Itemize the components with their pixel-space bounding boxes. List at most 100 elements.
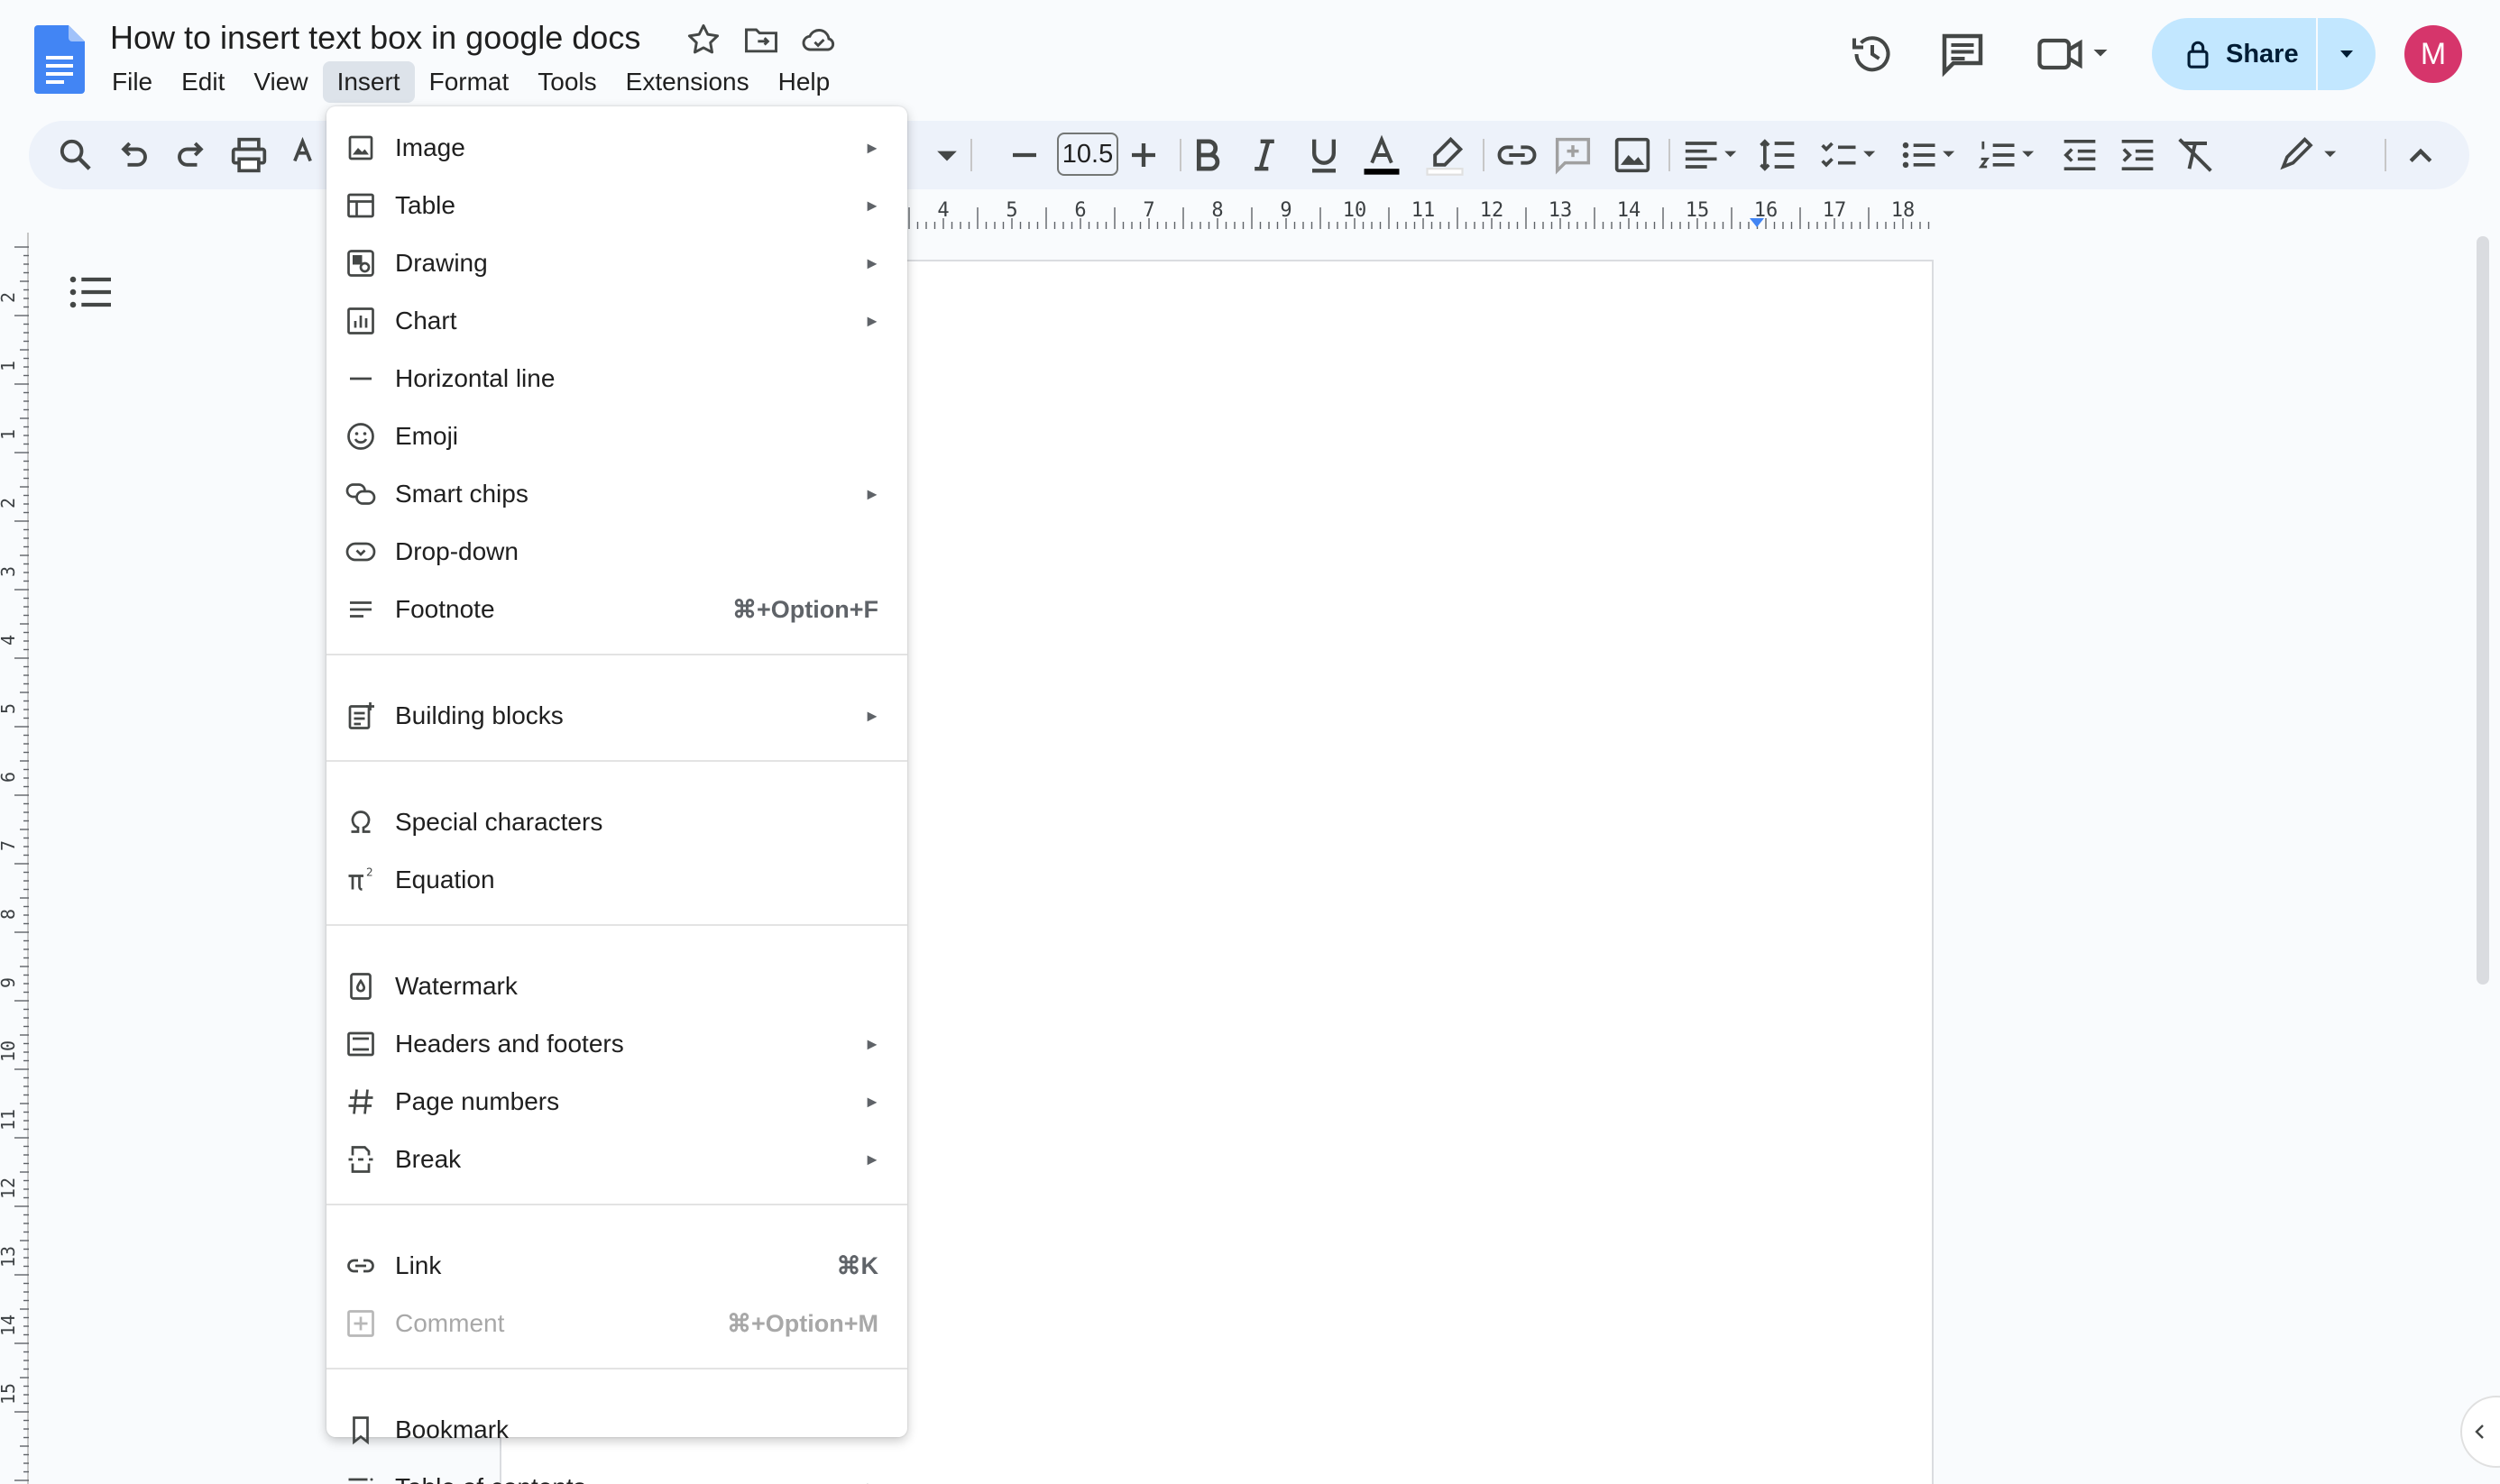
- menu-item-chart[interactable]: Chart ►: [326, 292, 907, 350]
- menu-help[interactable]: Help: [764, 61, 845, 103]
- vertical-scrollbar[interactable]: [2477, 236, 2489, 985]
- ruler-number: 2: [0, 498, 19, 508]
- side-panel-toggle[interactable]: [2460, 1396, 2500, 1468]
- add-comment-icon[interactable]: [1549, 132, 1596, 179]
- menu-item-comment: Comment ⌘+Option+M: [326, 1295, 907, 1352]
- horizontal-ruler[interactable]: 4 5 6 7 8 9 10 11 12 13 14 15 16 17 18: [902, 193, 1930, 229]
- equation-icon: 2: [345, 864, 377, 896]
- checklist-icon[interactable]: [1818, 132, 1881, 179]
- ruler-number: 2: [0, 292, 19, 303]
- shortcut-hint: ⌘+Option+F: [732, 595, 878, 623]
- decrease-font-size-icon[interactable]: [1001, 132, 1048, 179]
- menu-item-emoji[interactable]: Emoji: [326, 408, 907, 465]
- share-button[interactable]: Share: [2152, 18, 2376, 90]
- redo-icon[interactable]: [168, 132, 215, 179]
- line-spacing-icon[interactable]: [1755, 132, 1802, 179]
- italic-icon[interactable]: [1241, 132, 1288, 179]
- share-dropdown-icon[interactable]: [2318, 18, 2376, 90]
- star-icon[interactable]: [684, 20, 723, 60]
- numbered-list-icon[interactable]: [1977, 132, 2040, 179]
- menu-item-label: Horizontal line: [395, 364, 556, 392]
- submenu-arrow-icon: ►: [864, 706, 880, 725]
- increase-font-size-icon[interactable]: [1120, 132, 1167, 179]
- menu-insert[interactable]: Insert: [322, 61, 415, 103]
- menu-item-label: Drop-down: [395, 537, 519, 565]
- document-title[interactable]: How to insert text box in google docs: [110, 16, 640, 60]
- highlight-color-icon[interactable]: [1421, 132, 1468, 179]
- version-history-icon[interactable]: [1845, 27, 1899, 81]
- search-menus-icon[interactable]: [52, 132, 99, 179]
- menu-extensions[interactable]: Extensions: [611, 61, 764, 103]
- ruler-number: 18: [1891, 199, 1916, 222]
- menu-edit[interactable]: Edit: [167, 61, 239, 103]
- submenu-arrow-icon: ►: [864, 138, 880, 157]
- menu-item-page-numbers[interactable]: Page numbers ►: [326, 1073, 907, 1131]
- menu-tools[interactable]: Tools: [523, 61, 611, 103]
- insert-image-icon[interactable]: [1609, 132, 1656, 179]
- move-folder-icon[interactable]: [741, 20, 781, 60]
- menu-item-building-blocks[interactable]: Building blocks ►: [326, 687, 907, 745]
- document-outline-icon[interactable]: [67, 269, 117, 316]
- right-indent-marker[interactable]: [1750, 218, 1764, 227]
- horizontal-line-icon: [345, 362, 377, 395]
- hide-menus-chevron-up-icon[interactable]: [2397, 132, 2444, 179]
- chevron-left-icon: [2462, 1397, 2498, 1466]
- spellcheck-icon[interactable]: [285, 132, 332, 179]
- submenu-arrow-icon: ►: [864, 484, 880, 503]
- share-main-button[interactable]: Share: [2152, 18, 2318, 90]
- menu-item-table[interactable]: Table ►: [326, 177, 907, 234]
- bold-icon[interactable]: [1183, 132, 1230, 179]
- cloud-saved-icon[interactable]: [799, 20, 839, 60]
- ruler-number: 8: [0, 909, 19, 920]
- menu-item-footnote[interactable]: Footnote ⌘+Option+F: [326, 581, 907, 638]
- align-icon[interactable]: [1679, 132, 1742, 179]
- vertical-ruler[interactable]: 21123456789101112131415: [0, 233, 29, 1484]
- print-icon[interactable]: [225, 132, 272, 179]
- menu-item-drop-down[interactable]: Drop-down: [326, 523, 907, 581]
- menu-view[interactable]: View: [239, 61, 322, 103]
- font-size-input[interactable]: 10.5: [1057, 133, 1118, 176]
- headers-footers-icon: [345, 1028, 377, 1060]
- font-dropdown-arrow-icon[interactable]: [927, 132, 967, 179]
- ruler-number: 13: [1549, 199, 1573, 222]
- clear-formatting-icon[interactable]: [2172, 132, 2219, 179]
- menu-item-bookmark[interactable]: Bookmark: [326, 1401, 907, 1459]
- menu-item-link[interactable]: Link ⌘K: [326, 1237, 907, 1295]
- menu-item-label: Special characters: [395, 808, 603, 836]
- meet-call-icon[interactable]: [2033, 27, 2114, 81]
- menu-item-equation[interactable]: 2 Equation: [326, 851, 907, 909]
- comments-icon[interactable]: [1935, 27, 1990, 81]
- menu-item-horizontal-line[interactable]: Horizontal line: [326, 350, 907, 408]
- menu-item-watermark[interactable]: Watermark: [326, 957, 907, 1015]
- docs-logo-icon[interactable]: [34, 25, 85, 94]
- underline-icon[interactable]: [1301, 132, 1347, 179]
- menu-item-smart-chips[interactable]: Smart chips ►: [326, 465, 907, 523]
- comment-icon: [345, 1307, 377, 1340]
- bulleted-list-icon[interactable]: [1898, 132, 1961, 179]
- menu-item-break[interactable]: Break ►: [326, 1131, 907, 1188]
- menu-item-drawing[interactable]: Drawing ►: [326, 234, 907, 292]
- undo-icon[interactable]: [110, 132, 157, 179]
- submenu-arrow-icon: ►: [864, 311, 880, 330]
- editing-mode-icon[interactable]: [2275, 132, 2347, 179]
- ruler-number: 10: [0, 1040, 19, 1062]
- smart-chips-icon: [345, 478, 377, 510]
- menu-item-headers-and-footers[interactable]: Headers and footers ►: [326, 1015, 907, 1073]
- menu-format[interactable]: Format: [415, 61, 524, 103]
- menu-file[interactable]: File: [97, 61, 167, 103]
- menu-item-special-characters[interactable]: Special characters: [326, 793, 907, 851]
- ruler-number: 13: [0, 1246, 19, 1268]
- menu-item-table-of-contents[interactable]: Table of contents ►: [326, 1459, 907, 1484]
- insert-link-icon[interactable]: [1494, 132, 1540, 179]
- account-avatar[interactable]: M: [2404, 25, 2462, 83]
- decrease-indent-icon[interactable]: [2056, 132, 2103, 179]
- chart-icon: [345, 305, 377, 337]
- share-label: Share: [2226, 39, 2299, 69]
- menu-item-image[interactable]: Image ►: [326, 119, 907, 177]
- ruler-number: 4: [0, 635, 19, 646]
- menu-item-label: Table of contents: [395, 1473, 586, 1484]
- menu-item-label: Watermark: [395, 972, 518, 1000]
- menu-item-label: Building blocks: [395, 701, 564, 729]
- increase-indent-icon[interactable]: [2114, 132, 2161, 179]
- text-color-icon[interactable]: [1358, 132, 1405, 179]
